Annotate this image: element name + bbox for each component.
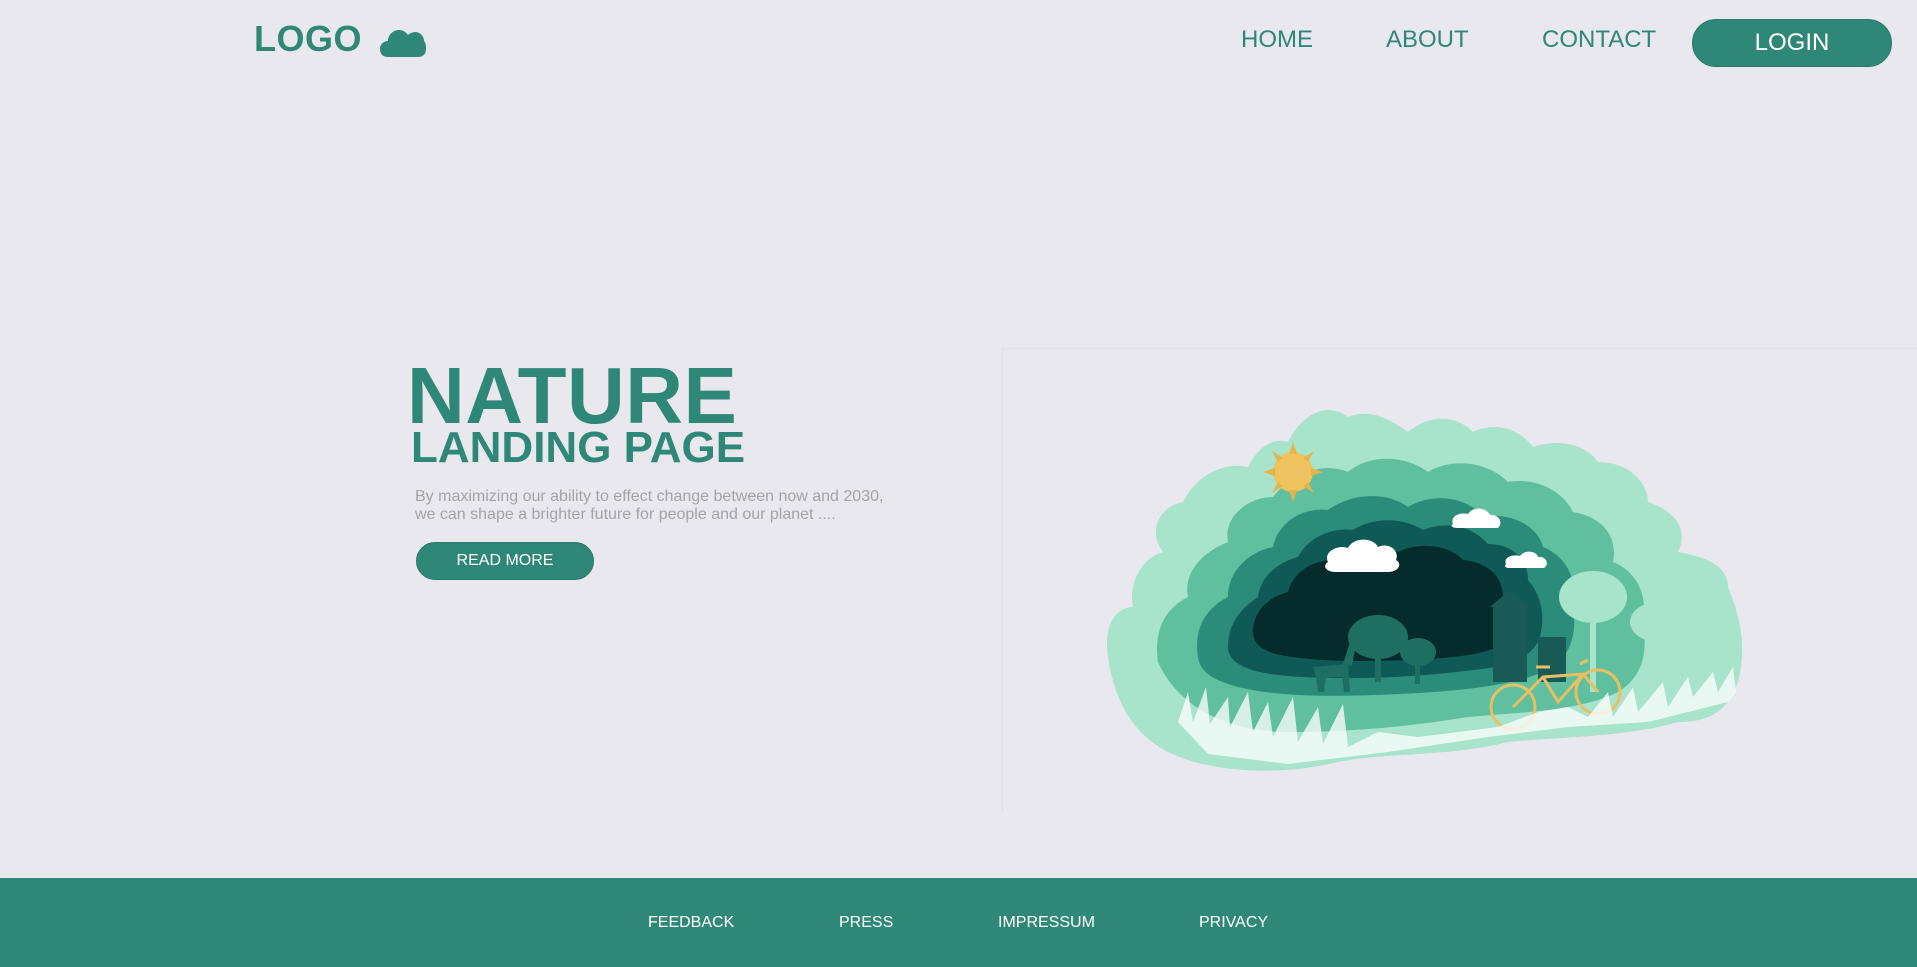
footer-privacy-link[interactable]: PRIVACY [1199,914,1268,932]
hero-description-line-1: By maximizing our ability to effect chan… [415,488,884,505]
landing-page: LOGO HOME ABOUT CONTACT LOGIN NATURE LAN… [0,0,1917,967]
hero-subtitle: LANDING PAGE [411,423,746,472]
nav-home-link[interactable]: HOME [1241,26,1313,54]
logo[interactable]: LOGO [254,18,426,60]
footer: FEEDBACK PRESS IMPRESSUM PRIVACY [0,878,1917,967]
read-more-button[interactable]: READ MORE [416,542,594,580]
nature-illustration [1107,410,1743,771]
nav-about-link[interactable]: ABOUT [1386,26,1469,54]
login-button[interactable]: LOGIN [1692,19,1892,67]
cloud-icon [380,30,426,57]
hero-description-line-2: we can shape a brighter future for peopl… [415,506,836,523]
hero-description: By maximizing our ability to effect chan… [415,488,915,524]
nav-contact-link[interactable]: CONTACT [1542,26,1656,54]
sun-icon [1263,442,1323,502]
footer-feedback-link[interactable]: FEEDBACK [648,914,734,932]
logo-text: LOGO [254,18,362,59]
footer-impressum-link[interactable]: IMPRESSUM [998,914,1095,932]
footer-press-link[interactable]: PRESS [839,914,893,932]
